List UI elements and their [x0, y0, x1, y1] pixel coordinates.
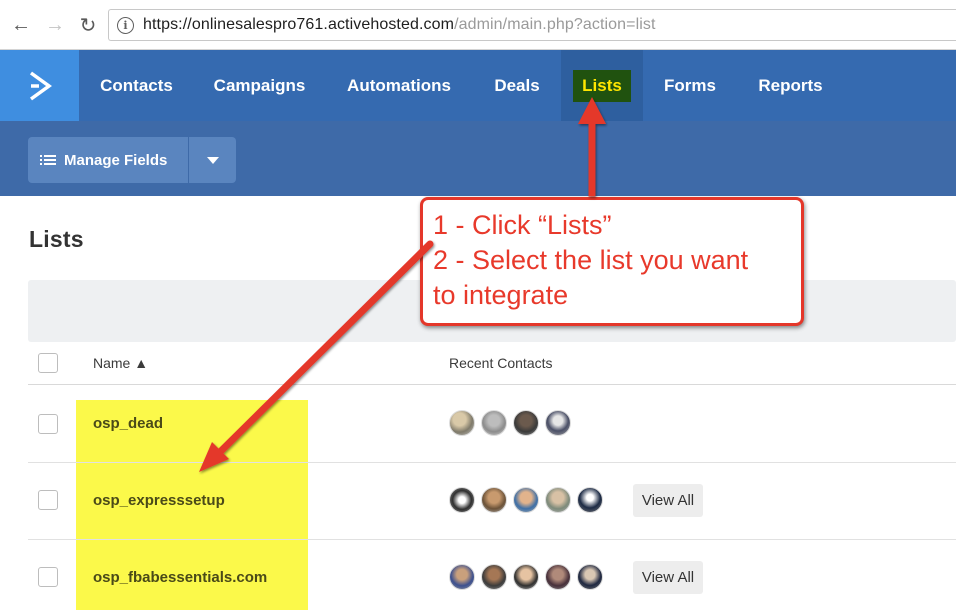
browser-toolbar: ← → ↻ i https://onlinesalespro761.active… [0, 0, 956, 50]
recent-contacts [449, 487, 603, 513]
nav-deals[interactable]: Deals [473, 50, 561, 121]
address-bar[interactable]: i https://onlinesalespro761.activehosted… [108, 9, 956, 41]
contact-avatar[interactable] [481, 410, 507, 436]
nav-campaigns[interactable]: Campaigns [194, 50, 325, 121]
nav-lists-label: Lists [573, 69, 631, 102]
contact-avatar[interactable] [449, 564, 475, 590]
contact-avatar[interactable] [481, 564, 507, 590]
nav-forms[interactable]: Forms [643, 50, 737, 121]
contact-avatar[interactable] [513, 564, 539, 590]
row-checkbox[interactable] [38, 414, 58, 434]
callout-line-1: 1 - Click “Lists” [433, 210, 612, 240]
select-all-checkbox[interactable] [38, 353, 58, 373]
column-recent-contacts-header: Recent Contacts [449, 355, 553, 371]
callout-line-2: 2 - Select the list you want [433, 245, 749, 275]
manage-fields-dropdown[interactable] [189, 137, 236, 183]
recent-contacts [449, 410, 571, 436]
contact-avatar[interactable] [513, 410, 539, 436]
nav-automations[interactable]: Automations [325, 50, 473, 121]
reload-icon[interactable]: ↻ [76, 12, 100, 38]
table-row[interactable]: osp_expresssetup View All [28, 463, 956, 540]
list-name-link[interactable]: osp_expresssetup [93, 492, 225, 509]
nav-contacts[interactable]: Contacts [79, 50, 194, 121]
recent-contacts [449, 564, 603, 590]
contact-avatar[interactable] [481, 487, 507, 513]
page-title: Lists [29, 226, 84, 252]
callout-line-3: to integrate [433, 280, 569, 310]
manage-fields-label: Manage Fields [64, 151, 168, 169]
row-checkbox[interactable] [38, 490, 58, 510]
forward-arrow-icon[interactable]: → [43, 12, 67, 38]
app-logo[interactable] [0, 50, 79, 121]
column-name-header[interactable]: Name ▲ [93, 355, 148, 371]
nav-lists[interactable]: Lists [561, 50, 643, 121]
contact-avatar[interactable] [577, 564, 603, 590]
back-arrow-icon[interactable]: ← [9, 12, 33, 38]
table-header: Name ▲ Recent Contacts [28, 342, 956, 385]
contact-avatar[interactable] [577, 487, 603, 513]
contact-avatar[interactable] [513, 487, 539, 513]
contact-avatar[interactable] [545, 487, 571, 513]
list-name-link[interactable]: osp_dead [93, 415, 163, 432]
instruction-callout: 1 - Click “Lists” 2 - Select the list yo… [420, 197, 804, 326]
list-name-link[interactable]: osp_fbabessentials.com [93, 569, 267, 586]
contact-avatar[interactable] [545, 410, 571, 436]
caret-down-icon [206, 156, 219, 164]
nav-reports[interactable]: Reports [737, 50, 844, 121]
manage-fields-button[interactable]: Manage Fields [28, 137, 188, 183]
info-icon[interactable]: i [117, 16, 134, 34]
view-all-button[interactable]: View All [633, 561, 703, 594]
contact-avatar[interactable] [545, 564, 571, 590]
view-all-button[interactable]: View All [633, 484, 703, 517]
sub-toolbar: Manage Fields [0, 121, 956, 196]
list-icon [40, 155, 56, 165]
table-row[interactable]: osp_dead [28, 386, 956, 463]
contact-avatar[interactable] [449, 410, 475, 436]
row-checkbox[interactable] [38, 567, 58, 587]
url-text: https://onlinesalespro761.activehosted.c… [143, 16, 656, 33]
table-row[interactable]: osp_fbabessentials.com View All [28, 540, 956, 610]
main-navigation: Contacts Campaigns Automations Deals Lis… [0, 50, 956, 121]
contact-avatar[interactable] [449, 487, 475, 513]
chevron-logo-icon [29, 71, 52, 100]
